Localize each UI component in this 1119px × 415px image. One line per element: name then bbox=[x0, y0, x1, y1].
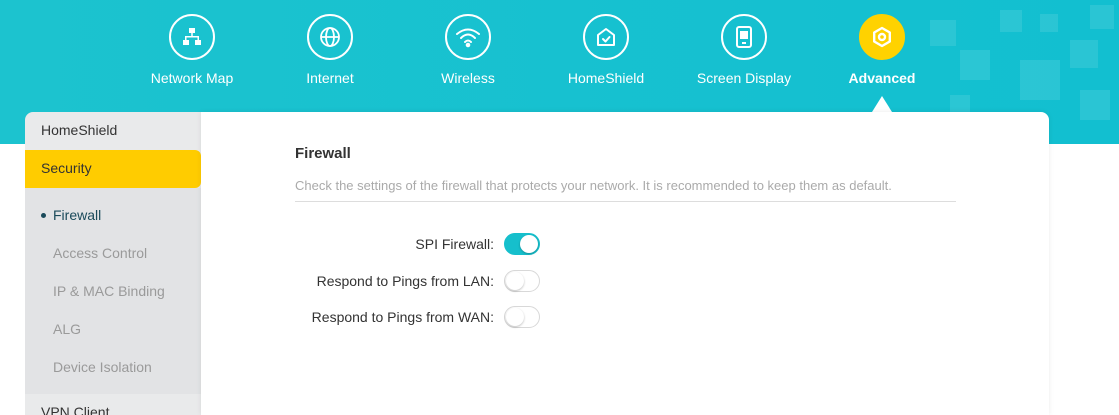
screen-display-icon bbox=[721, 14, 767, 60]
sidebar-subitem-access-control[interactable]: Access Control bbox=[25, 234, 201, 272]
setting-row-ping-lan: Respond to Pings from LAN: bbox=[317, 269, 540, 293]
section-description: Check the settings of the firewall that … bbox=[295, 178, 892, 193]
setting-row-ping-wan: Respond to Pings from WAN: bbox=[312, 305, 540, 329]
active-nav-caret bbox=[872, 96, 892, 112]
setting-label: Respond to Pings from LAN: bbox=[316, 273, 494, 289]
nav-label: Advanced bbox=[848, 70, 916, 86]
setting-label: Respond to Pings from WAN: bbox=[311, 309, 494, 325]
nav-label: Internet bbox=[306, 70, 354, 86]
nav-screen-display[interactable]: Screen Display bbox=[674, 14, 814, 86]
ping-wan-toggle[interactable] bbox=[504, 306, 540, 328]
sidebar-item-vpn-client[interactable]: VPN Client bbox=[25, 394, 201, 415]
sidebar-item-label: Security bbox=[41, 160, 92, 176]
sidebar-subitem-label: ALG bbox=[53, 321, 82, 337]
setting-row-spi-firewall: SPI Firewall: bbox=[415, 232, 540, 256]
nav-internet[interactable]: Internet bbox=[260, 14, 400, 86]
nav-wireless[interactable]: Wireless bbox=[398, 14, 538, 86]
security-submenu: Firewall Access Control IP & MAC Binding… bbox=[25, 188, 201, 394]
nav-label: HomeShield bbox=[567, 70, 645, 86]
globe-icon bbox=[307, 14, 353, 60]
network-map-icon bbox=[169, 14, 215, 60]
nav-label: Wireless bbox=[441, 70, 495, 86]
section-title: Firewall bbox=[295, 145, 351, 162]
sidebar: HomeShield Security Firewall Access Cont… bbox=[25, 112, 201, 415]
sidebar-subitem-alg[interactable]: ALG bbox=[25, 310, 201, 348]
home-shield-icon bbox=[583, 14, 629, 60]
sidebar-subitem-firewall[interactable]: Firewall bbox=[25, 196, 201, 234]
setting-label: SPI Firewall: bbox=[415, 236, 494, 252]
nav-label: Network Map bbox=[150, 70, 234, 86]
nav-advanced[interactable]: Advanced bbox=[812, 14, 952, 86]
nav-homeshield[interactable]: HomeShield bbox=[536, 14, 676, 86]
nav-label: Screen Display bbox=[696, 70, 792, 86]
ping-lan-toggle[interactable] bbox=[504, 270, 540, 292]
sidebar-item-label: HomeShield bbox=[41, 122, 118, 138]
sidebar-item-security[interactable]: Security bbox=[25, 150, 201, 188]
spi-firewall-toggle[interactable] bbox=[504, 233, 540, 255]
sidebar-subitem-label: Device Isolation bbox=[53, 359, 152, 375]
sidebar-subitem-label: Firewall bbox=[53, 207, 102, 223]
sidebar-item-label: VPN Client bbox=[41, 404, 110, 415]
sidebar-subitem-device-isolation[interactable]: Device Isolation bbox=[25, 348, 201, 386]
main-panel: Firewall Check the settings of the firew… bbox=[201, 112, 1049, 415]
sidebar-item-homeshield[interactable]: HomeShield bbox=[25, 112, 201, 150]
wifi-icon bbox=[445, 14, 491, 60]
sidebar-subitem-label: Access Control bbox=[53, 245, 148, 261]
gear-icon bbox=[859, 14, 905, 60]
sidebar-subitem-label: IP & MAC Binding bbox=[53, 283, 165, 299]
sidebar-subitem-ip-mac-binding[interactable]: IP & MAC Binding bbox=[25, 272, 201, 310]
top-nav: Network Map Internet Wireless HomeShield… bbox=[0, 0, 1119, 112]
divider bbox=[295, 201, 956, 202]
nav-network-map[interactable]: Network Map bbox=[122, 14, 262, 86]
